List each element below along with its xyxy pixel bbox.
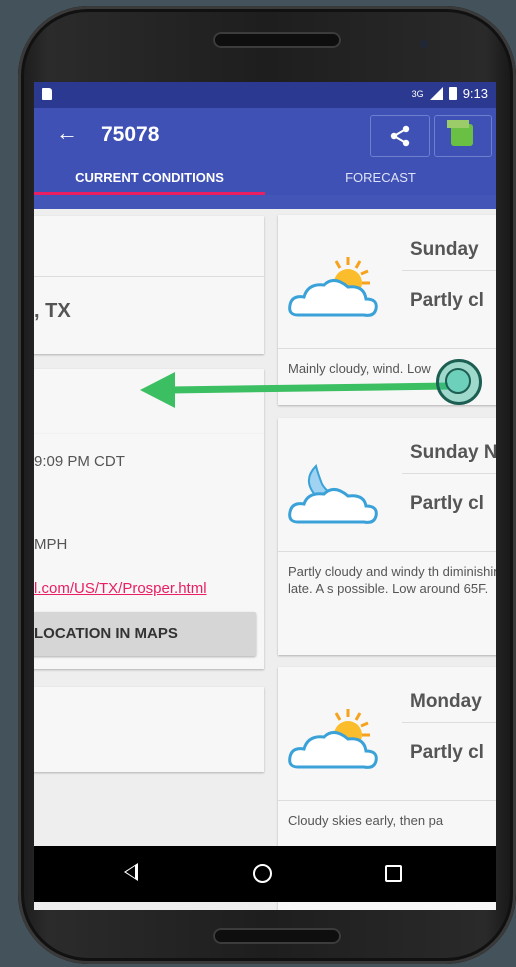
tab-bar-footer: [34, 195, 496, 209]
battery-icon: [448, 87, 457, 100]
tab-bar: CURRENT CONDITIONS FORECAST: [34, 161, 496, 209]
forecast-day: Sunday N: [410, 442, 496, 463]
navigation-bar: [34, 846, 496, 902]
touch-point-indicator: [436, 359, 482, 405]
station-link[interactable]: l.com/US/TX/Prosper.html: [34, 580, 207, 597]
app-bar: ← 75078: [34, 108, 496, 161]
forecast-day: Sunday: [410, 239, 479, 260]
nav-home-icon[interactable]: [253, 864, 272, 883]
location-text: , TX: [34, 300, 71, 322]
bottom-speaker: [213, 928, 341, 944]
nav-recents-icon[interactable]: [385, 865, 402, 882]
forecast-condition: Partly cl: [410, 290, 484, 311]
share-button[interactable]: [370, 115, 430, 157]
partly-cloudy-day-icon: [288, 709, 378, 769]
location-card: , TX: [34, 216, 264, 354]
forecast-description: Partly cloudy and windy th diminishing w…: [288, 564, 496, 596]
network-type: 3G: [411, 88, 424, 99]
sd-card-icon: [42, 88, 52, 100]
forecast-day: Monday: [410, 691, 482, 712]
details-card: 9:09 PM CDT MPH l.com/US/TX/Prosper.html…: [34, 434, 264, 669]
forecast-description: Cloudy skies early, then pa: [288, 813, 444, 828]
forecast-card[interactable]: Sunday N Partly cl Partly cloudy and win…: [278, 418, 496, 655]
device-screen: 3G 9:13 ← 75078 CURRENT CONDITIONS FOREC…: [34, 82, 496, 910]
shopping-bag-icon: [447, 120, 473, 146]
forecast-condition: Partly cl: [410, 493, 484, 514]
share-icon: [390, 125, 410, 147]
remove-ads-button[interactable]: [434, 115, 492, 157]
partly-cloudy-night-icon: [288, 464, 378, 524]
forecast-condition: Partly cl: [410, 742, 484, 763]
signal-icon: [429, 87, 443, 100]
partly-cloudy-day-icon: [288, 257, 378, 317]
earpiece-speaker: [213, 32, 341, 48]
view-location-in-maps-button[interactable]: LOCATION IN MAPS: [34, 612, 256, 656]
status-time: 9:13: [462, 86, 488, 101]
content-area[interactable]: , TX 9:09 PM CDT MPH l.com/US/TX/Prosper…: [34, 209, 496, 910]
wind-speed: MPH: [34, 536, 68, 553]
observation-time: 9:09 PM CDT: [34, 453, 125, 470]
back-arrow-icon[interactable]: ←: [56, 120, 78, 146]
page-title: 75078: [101, 123, 160, 146]
conditions-card: [34, 369, 264, 434]
extra-card: [34, 687, 264, 772]
status-bar: 3G 9:13: [34, 82, 496, 108]
front-camera: [420, 40, 428, 48]
nav-back-icon[interactable]: [124, 863, 138, 881]
